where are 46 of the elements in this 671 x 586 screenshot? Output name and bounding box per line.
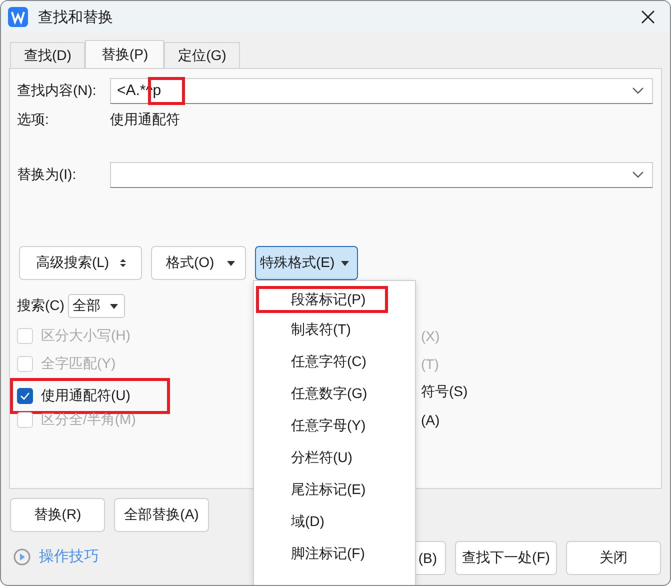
caret-icon xyxy=(227,260,235,266)
checkbox-label: (X) xyxy=(421,328,440,344)
app-logo-icon xyxy=(8,7,28,27)
checkbox-label: 区分大小写(H) xyxy=(41,327,130,345)
play-icon xyxy=(13,548,31,566)
dropdown-button[interactable]: 特殊格式(E) xyxy=(255,246,358,280)
chevron-down-icon[interactable] xyxy=(632,170,644,178)
tab[interactable]: 替换(P) xyxy=(85,40,164,68)
tab[interactable]: 查找(D) xyxy=(10,42,86,68)
up-down-arrows-icon xyxy=(119,258,128,268)
menu-item[interactable]: 段落标记(P) xyxy=(256,286,388,313)
checkbox-label: 全字匹配(Y) xyxy=(41,355,116,373)
field-label: 查找内容(N): xyxy=(17,82,98,100)
menu-item[interactable]: 任意字符(C) xyxy=(254,345,415,377)
menu-item[interactable]: 脚注标记(F) xyxy=(254,537,415,569)
replace-button[interactable]: 替换(R) xyxy=(10,498,105,532)
checkbox-label: (A) xyxy=(421,412,440,428)
dialog-button[interactable]: 查找下一处(F) xyxy=(455,541,557,575)
close-icon[interactable] xyxy=(640,9,656,25)
tab[interactable]: 定位(G) xyxy=(164,42,240,68)
search-scope-dropdown[interactable]: 全部 xyxy=(68,294,126,318)
checkbox-label: (T) xyxy=(421,356,439,372)
options-label: 选项: xyxy=(17,110,50,128)
options-value: 使用通配符 xyxy=(110,110,180,128)
menu-item[interactable]: 域(D) xyxy=(254,505,415,537)
menu-item[interactable]: 分栏符(U) xyxy=(254,441,415,473)
menu-item[interactable]: 尾注标记(E) xyxy=(254,473,415,505)
dialog-button[interactable]: 关闭 xyxy=(566,541,661,575)
caret-icon xyxy=(340,260,349,266)
field-label: 替换为(I): xyxy=(17,166,78,184)
search-label: 搜索(C) xyxy=(17,297,64,315)
caret-icon xyxy=(110,304,118,308)
menu-item[interactable]: 任意字母(Y) xyxy=(254,409,415,441)
checkbox-label: 区分全/半角(M) xyxy=(41,411,136,429)
checkbox-label: 符号(S) xyxy=(421,383,468,401)
checkmark-icon xyxy=(20,392,30,400)
window-title: 查找和替换 xyxy=(38,8,114,26)
menu-item[interactable]: 制表符(T) xyxy=(254,313,415,345)
dropdown-button[interactable]: 格式(O) xyxy=(151,246,246,280)
checkbox-label: 使用通配符(U) xyxy=(41,387,130,405)
replace-field[interactable] xyxy=(110,162,653,188)
advanced-search-button[interactable]: 高级搜索(L) xyxy=(19,246,142,280)
checkbox[interactable] xyxy=(17,388,33,404)
menu-item[interactable]: 任意数字(G) xyxy=(254,377,415,409)
replace-button[interactable]: 全部替换(A) xyxy=(114,498,209,532)
chevron-down-icon[interactable] xyxy=(632,86,644,94)
